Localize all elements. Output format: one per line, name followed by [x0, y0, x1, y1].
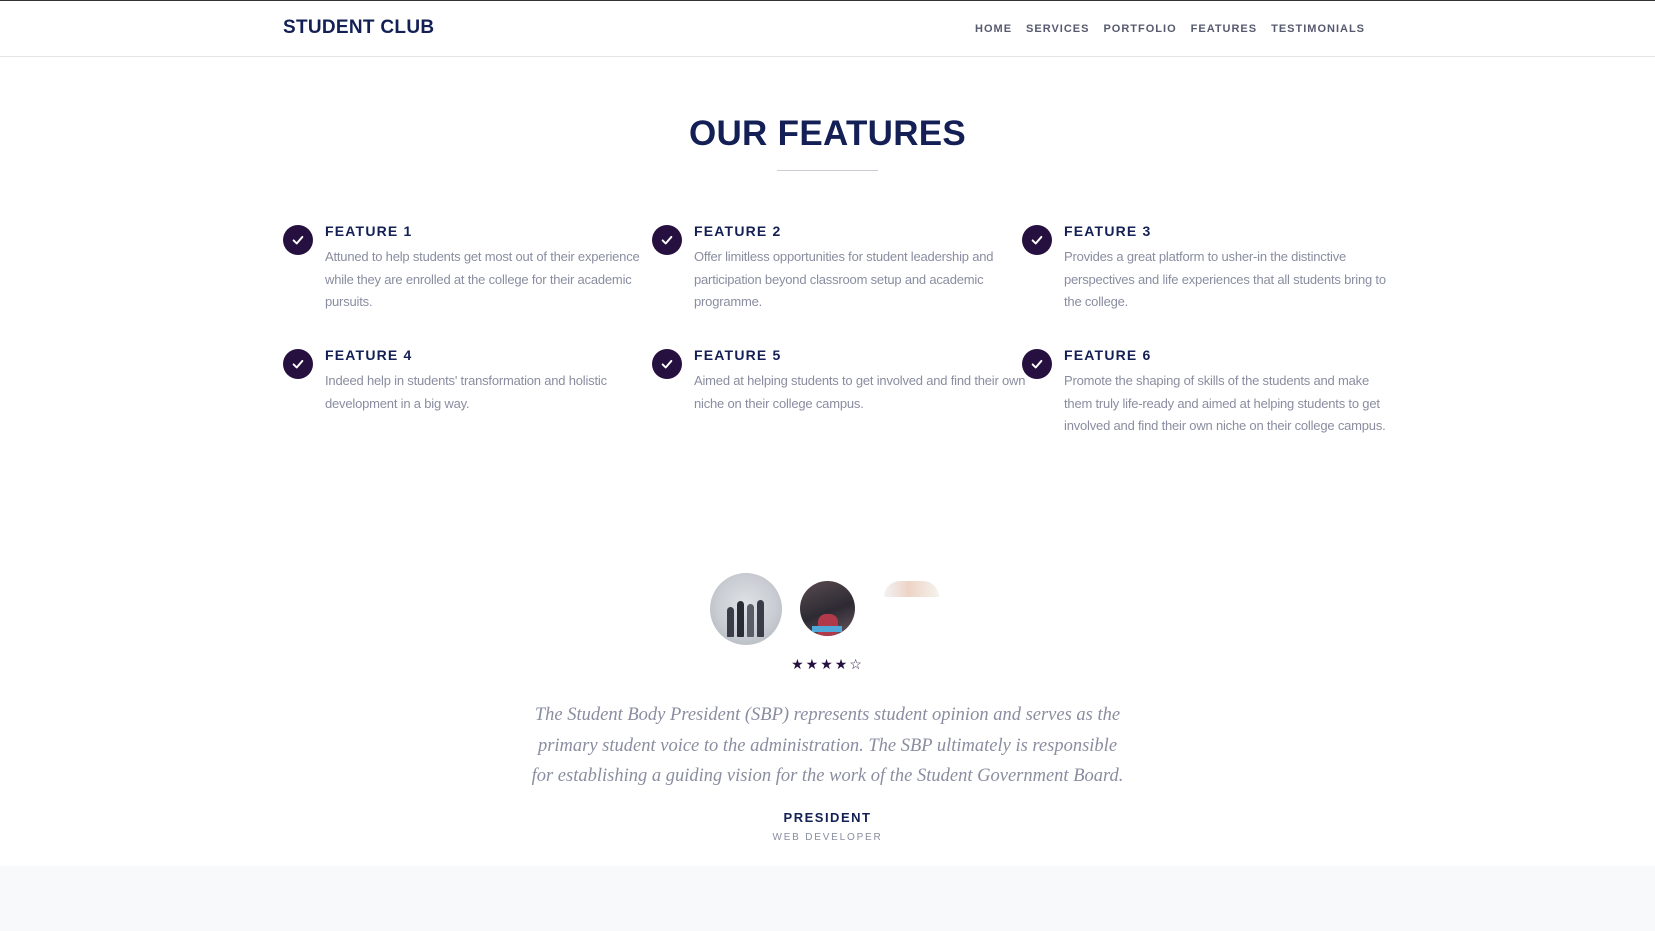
section-title: OUR FEATURES [688, 114, 967, 153]
nav-features[interactable]: FEATURES [1191, 23, 1257, 35]
check-circle-icon [652, 349, 682, 379]
feature-description: Aimed at helping students to get involve… [694, 373, 1026, 411]
testimonial-role: WEB DEVELOPER [772, 832, 883, 843]
navbar: STUDENT CLUB HOME SERVICES PORTFOLIO FEA… [0, 0, 1655, 57]
testimonial-avatars [0, 573, 1655, 645]
title-divider [777, 170, 878, 171]
avatar-laptop-photo[interactable] [800, 581, 855, 636]
nav-testimonials[interactable]: TESTIMONIALS [1271, 23, 1365, 35]
testimonial-author: PRESIDENT [783, 810, 872, 825]
nav-portfolio[interactable]: PORTFOLIO [1103, 23, 1176, 35]
feature-description: Offer limitless opportunities for studen… [694, 249, 994, 309]
check-circle-icon [1022, 349, 1052, 379]
feature-description: Provides a great platform to usher-in th… [1064, 249, 1386, 309]
main-nav: HOME SERVICES PORTFOLIO FEATURES TESTIMO… [975, 23, 1365, 35]
feature-title: FEATURE 2 [694, 223, 782, 239]
testimonial-quote: The Student Body President (SBP) represe… [531, 705, 1124, 786]
check-circle-icon [1022, 225, 1052, 255]
check-circle-icon [652, 225, 682, 255]
feature-description: Promote the shaping of skills of the stu… [1064, 373, 1386, 433]
avatar-group-photo[interactable] [710, 573, 782, 645]
feature-title: FEATURE 3 [1064, 223, 1152, 239]
feature-title: FEATURE 6 [1064, 347, 1152, 363]
feature-title: FEATURE 5 [694, 347, 782, 363]
brand-logo[interactable]: STUDENT CLUB [283, 17, 434, 39]
nav-services[interactable]: SERVICES [1026, 23, 1089, 35]
feature-title: FEATURE 1 [325, 223, 413, 239]
star-rating: ★★★★☆ [791, 656, 864, 672]
check-circle-icon [283, 225, 313, 255]
check-circle-icon [283, 349, 313, 379]
avatar-partial-photo[interactable] [884, 581, 939, 597]
nav-home[interactable]: HOME [975, 23, 1012, 35]
feature-description: Indeed help in students' transformation … [325, 373, 607, 411]
footer-band [0, 866, 1655, 931]
feature-title: FEATURE 4 [325, 347, 413, 363]
feature-description: Attuned to help students get most out of… [325, 249, 640, 309]
